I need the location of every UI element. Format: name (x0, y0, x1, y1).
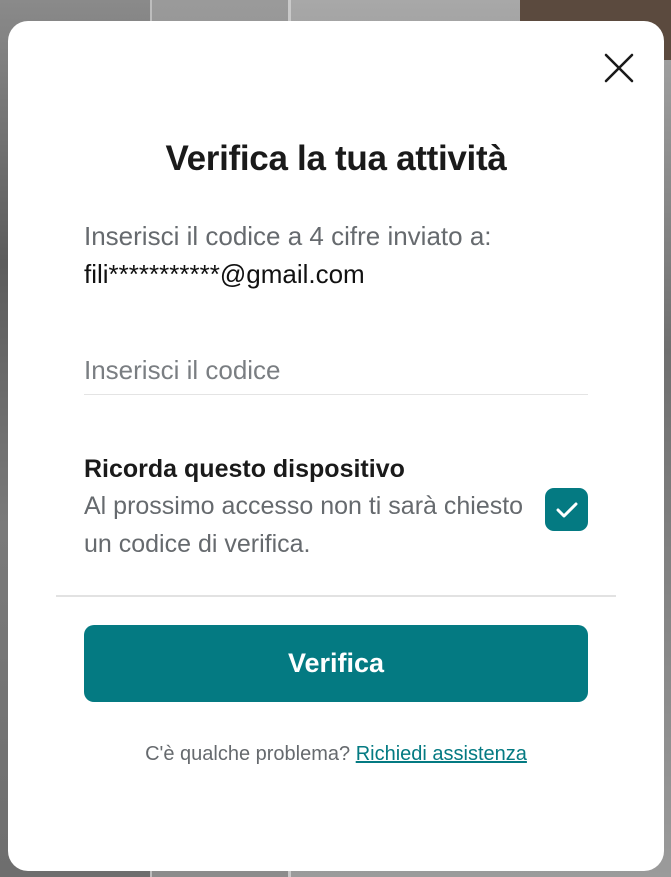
remember-device-title: Ricorda questo dispositivo (84, 455, 405, 483)
help-text: C'è qualche problema? (145, 743, 351, 765)
check-icon (556, 502, 577, 517)
divider (56, 595, 616, 597)
close-button[interactable] (600, 49, 638, 87)
remember-device-description: Al prossimo accesso non ti sarà chiesto … (84, 492, 524, 558)
dialog-title: Verifica la tua attività (165, 139, 507, 178)
help-line: C'è qualche problema? Richiedi assistenz… (8, 743, 664, 766)
verification-dialog: Verifica la tua attività Inserisci il co… (8, 21, 664, 871)
code-input[interactable] (84, 346, 588, 395)
close-icon (604, 53, 634, 83)
masked-email: fili***********@gmail.com (84, 259, 365, 289)
instructions: Inserisci il codice a 4 cifre inviato a:… (84, 217, 604, 293)
instruction-text: Inserisci il codice a 4 cifre inviato a: (84, 221, 492, 251)
support-link[interactable]: Richiedi assistenza (356, 743, 527, 765)
remember-device-checkbox[interactable] (545, 488, 588, 531)
remember-device-section: Ricorda questo dispositivo Al prossimo a… (84, 451, 588, 563)
verify-button[interactable]: Verifica (84, 625, 588, 702)
